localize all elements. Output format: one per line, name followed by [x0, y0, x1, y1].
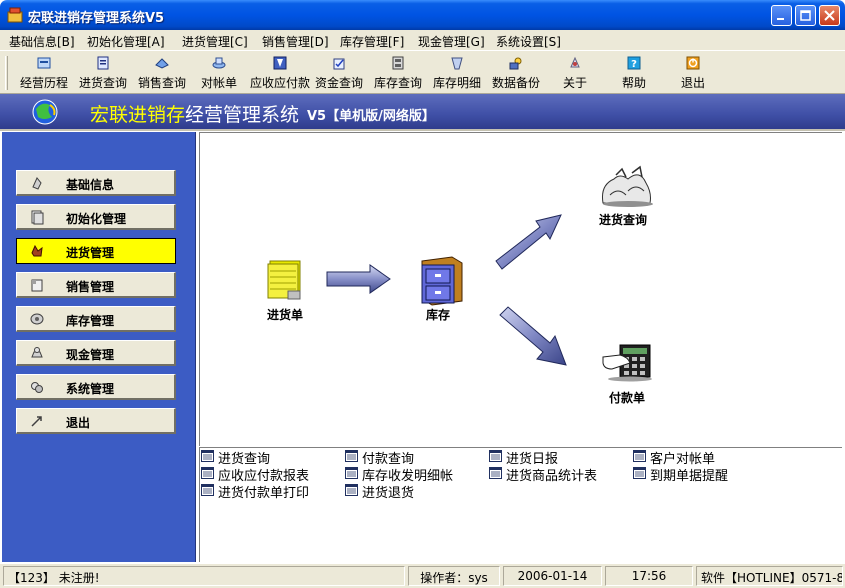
toolbar-purchase-query-button[interactable]: 进货查询 — [77, 55, 129, 91]
receivable-icon — [273, 56, 287, 70]
about-icon — [570, 56, 580, 68]
diagram-label-inventory[interactable]: 库存 — [426, 306, 450, 323]
sidebar-item-purchase[interactable]: 进货管理 — [16, 238, 176, 264]
report-icon — [345, 450, 358, 462]
arrow-to-payment — [499, 306, 567, 366]
toolbar-sales-query-button[interactable]: 销售查询 — [136, 55, 188, 91]
app-icon — [7, 7, 23, 23]
toolbar-statement-button[interactable]: 对帐单 — [196, 55, 242, 91]
menu-initialization[interactable]: 初始化管理[A] — [87, 33, 165, 50]
banner-edition: V5【单机版/网络版】 — [307, 109, 435, 124]
purchase-query-goods-icon[interactable] — [602, 165, 653, 207]
help-icon: ? — [627, 56, 641, 70]
workflow-graphics — [267, 165, 653, 382]
toolbar: 经营历程 进货查询 销售查询 对帐单 应收应付款 资金查询 库存查询 库存明细 … — [0, 50, 845, 94]
toolbar-funds-button[interactable]: 资金查询 — [313, 55, 365, 91]
banner-title: 宏联进销存经营管理系统 — [90, 104, 300, 126]
exit-icon — [686, 56, 700, 70]
workflow-diagram: 进货单 库存 进货查询 付款单 — [199, 132, 842, 446]
toolbar-about-button[interactable]: 关于 — [560, 55, 590, 91]
sales-query-icon — [155, 58, 169, 69]
menu-purchase[interactable]: 进货管理[C] — [182, 33, 248, 50]
close-button[interactable] — [819, 5, 840, 26]
status-registration: 【123】 未注册! — [3, 566, 405, 586]
sales-icon — [31, 279, 43, 292]
menu-basic-info[interactable]: 基础信息[B] — [9, 33, 75, 50]
status-hotline: 软件【HOTLINE】0571-8 — [696, 566, 843, 586]
close-icon — [824, 10, 835, 21]
sidebar-item-sales[interactable]: 销售管理 — [16, 272, 176, 298]
payment-keypad-icon[interactable] — [602, 344, 652, 382]
report-icon — [345, 467, 358, 479]
purchase-query-icon — [97, 56, 109, 70]
status-bar: 【123】 未注册! 操作者：sys 2006-01-14 17:56 软件【H… — [0, 563, 845, 588]
backup-icon — [509, 57, 522, 70]
menu-settings[interactable]: 系统设置[S] — [496, 33, 561, 50]
sidebar: 基础信息 初始化管理 进货管理 销售管理 库存管理 现金管理 系统管理 退出 — [2, 132, 196, 562]
arrow-to-purchase-query — [495, 214, 562, 270]
quick-links-panel: 进货查询 付款查询 进货日报 客户对帐单 应收应付款报表 库存收发明细帐 进货商… — [199, 447, 842, 562]
report-icon — [201, 467, 214, 479]
app-logo-icon — [32, 99, 58, 125]
inventory-query-icon — [392, 56, 404, 70]
menu-bar: 基础信息[B] 初始化管理[A] 进货管理[C] 销售管理[D] 库存管理[F]… — [0, 30, 845, 50]
sidebar-item-system[interactable]: 系统管理 — [16, 374, 176, 400]
menu-inventory[interactable]: 库存管理[F] — [340, 33, 404, 50]
diagram-label-purchase-order[interactable]: 进货单 — [267, 306, 303, 323]
statement-icon — [212, 57, 226, 69]
history-icon — [37, 57, 51, 69]
system-icon — [31, 382, 43, 393]
title-bar[interactable]: 宏联进销存管理系统V5 — [0, 0, 845, 30]
inventory-cabinet-icon[interactable] — [421, 256, 463, 306]
arrow-to-inventory — [326, 264, 391, 294]
purchase-order-icon[interactable] — [267, 260, 301, 300]
status-time: 17:56 — [605, 566, 693, 586]
report-icon — [345, 484, 358, 496]
inventory-icon — [30, 313, 44, 325]
funds-icon — [333, 58, 345, 70]
diagram-label-payment-order[interactable]: 付款单 — [609, 389, 645, 406]
report-icon — [489, 467, 502, 479]
toolbar-exit-button[interactable]: 退出 — [678, 55, 708, 91]
report-icon — [201, 484, 214, 496]
cash-icon — [31, 347, 43, 358]
window-title: 宏联进销存管理系统V5 — [28, 11, 165, 26]
menu-cash[interactable]: 现金管理[G] — [418, 33, 485, 50]
inventory-detail-icon — [451, 57, 463, 70]
report-icon — [489, 450, 502, 462]
menu-sales[interactable]: 销售管理[D] — [262, 33, 329, 50]
exit-arrow-icon — [31, 416, 42, 427]
sidebar-item-exit[interactable]: 退出 — [16, 408, 176, 434]
toolbar-grip[interactable] — [5, 56, 8, 90]
svg-text:?: ? — [631, 59, 637, 70]
report-icon — [633, 450, 646, 462]
sidebar-item-inventory[interactable]: 库存管理 — [16, 306, 176, 332]
toolbar-help-button[interactable]: ? 帮助 — [619, 55, 649, 91]
maximize-button[interactable] — [795, 5, 816, 26]
basic-info-icon — [32, 177, 42, 190]
purchase-icon — [31, 244, 43, 257]
toolbar-receivable-button[interactable]: 应收应付款 — [250, 55, 310, 91]
sidebar-item-basic-info[interactable]: 基础信息 — [16, 170, 176, 196]
initialization-icon — [31, 210, 44, 225]
minimize-button[interactable] — [771, 5, 792, 26]
report-icon — [633, 467, 646, 479]
sidebar-item-initialization[interactable]: 初始化管理 — [16, 204, 176, 230]
sidebar-item-cash[interactable]: 现金管理 — [16, 340, 176, 366]
status-operator: 操作者：sys — [408, 566, 500, 586]
toolbar-history-button[interactable]: 经营历程 — [18, 55, 70, 91]
maximize-icon — [800, 10, 811, 21]
toolbar-backup-button[interactable]: 数据备份 — [490, 55, 542, 91]
toolbar-inventory-query-button[interactable]: 库存查询 — [372, 55, 424, 91]
report-icon — [201, 450, 214, 462]
minimize-icon — [777, 18, 784, 20]
app-banner: 宏联进销存经营管理系统 V5【单机版/网络版】 — [0, 94, 845, 131]
toolbar-inventory-detail-button[interactable]: 库存明细 — [431, 55, 483, 91]
diagram-label-purchase-query[interactable]: 进货查询 — [599, 211, 647, 228]
status-date: 2006-01-14 — [503, 566, 602, 586]
